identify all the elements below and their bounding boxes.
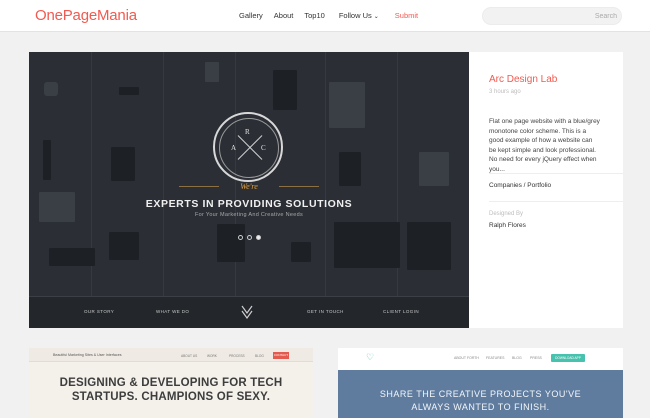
hero-subheadline: For Your Marketing And Creative Needs	[194, 212, 303, 218]
card-object	[49, 248, 95, 266]
card-preview-link: WORK	[207, 354, 217, 358]
glasses-object	[119, 87, 139, 95]
phone-object	[111, 147, 135, 181]
slider-dots	[238, 235, 261, 240]
phone-object	[273, 70, 297, 110]
notebook-object	[217, 224, 245, 262]
slider-dot-active[interactable]	[256, 235, 261, 240]
nav-follow-us[interactable]: Follow Us ⌄	[339, 11, 379, 20]
card-preview-link: ABOUT FORTH	[454, 356, 479, 360]
headline-line: ALWAYS WANTED TO FINISH.	[411, 402, 550, 412]
hero-nav-get-in-touch[interactable]: GET IN TOUCH	[307, 309, 344, 314]
headline-line: DESIGNING & DEVELOPING FOR TECH	[59, 377, 283, 389]
stationery-object	[44, 82, 58, 96]
paper-object	[329, 82, 365, 128]
search-box[interactable]	[482, 7, 622, 25]
chevron-down-icon: ⌄	[373, 14, 379, 20]
hero-nav-our-story[interactable]: OUR STORY	[84, 309, 114, 314]
featured-site-card[interactable]: R A C We're EXPERTS IN PROVIDING SOLUTIO…	[29, 52, 623, 328]
featured-description: Flat one page website with a blue/grey m…	[489, 118, 600, 173]
card-preview-button: CONTACT	[273, 352, 289, 359]
nav-submit[interactable]: Submit	[395, 11, 418, 20]
main-nav: Gallery About Top10 Follow Us ⌄ Submit	[239, 11, 418, 20]
divider	[489, 173, 623, 174]
nav-about[interactable]: About	[274, 11, 294, 20]
headline-line: SHARE THE CREATIVE PROJECTS YOU'VE	[379, 389, 582, 399]
emblem-letter: R	[245, 128, 250, 136]
card-preview-header: Beautiful Marketing Sites & User Interfa…	[29, 348, 313, 362]
card-preview-headline: SHARE THE CREATIVE PROJECTS YOU'VE ALWAY…	[338, 388, 623, 414]
wood-plank-divider	[163, 52, 164, 296]
headline-line: STARTUPS. CHAMPIONS OF SEXY.	[71, 391, 271, 403]
card-preview-headline: DESIGNING & DEVELOPING FOR TECH STARTUPS…	[29, 376, 313, 404]
heart-logo-icon: ♡	[366, 352, 375, 362]
wood-plank-divider	[325, 52, 326, 296]
tablet-object	[334, 222, 400, 268]
card-preview-brand: Beautiful Marketing Sites & User Interfa…	[53, 353, 122, 357]
hero-headline: EXPERTS IN PROVIDING SOLUTIONS	[145, 198, 353, 210]
card-preview-link: BLOG	[512, 356, 522, 360]
gallery-card[interactable]: ♡ ABOUT FORTH FEATURES BLOG PRESS DOWNLO…	[338, 348, 623, 418]
site-logo[interactable]: OnePageMania	[35, 7, 137, 24]
featured-category[interactable]: Companies / Portfolio	[489, 182, 551, 189]
designed-by-label: Designed By	[489, 211, 524, 217]
gallery-card[interactable]: Beautiful Marketing Sites & User Interfa…	[29, 348, 313, 418]
hero-bottom-nav: OUR STORY WHAT WE DO GET IN TOUCH CLIENT…	[29, 296, 469, 328]
hero-tagline-small: We're	[240, 182, 258, 191]
emblem-letter: C	[261, 144, 266, 152]
tag-object	[205, 62, 219, 82]
top-navigation-bar: OnePageMania Gallery About Top10 Follow …	[0, 0, 650, 32]
brand-emblem: R A C	[213, 112, 283, 182]
emblem-cross	[237, 135, 263, 160]
featured-title[interactable]: Arc Design Lab	[489, 74, 557, 85]
nav-follow-us-label: Follow Us	[338, 11, 372, 20]
featured-timestamp: 3 hours ago	[489, 89, 521, 95]
hero-nav-what-we-do[interactable]: WHAT WE DO	[156, 309, 189, 314]
card-preview-link: BLOG	[255, 354, 264, 358]
pen-object	[43, 140, 51, 180]
notebook-object	[407, 222, 451, 270]
featured-screenshot[interactable]: R A C We're EXPERTS IN PROVIDING SOLUTIO…	[29, 52, 469, 328]
card-preview-link: PROCESS	[229, 354, 245, 358]
slider-dot[interactable]	[247, 235, 252, 240]
divider	[489, 201, 623, 202]
card-preview-link: FEATURES	[486, 356, 505, 360]
card-preview-button: DOWNLOAD APP	[551, 354, 585, 362]
card-preview-link: PRESS	[530, 356, 542, 360]
nav-gallery[interactable]: Gallery	[239, 11, 263, 20]
notebook-object	[109, 232, 139, 260]
search-input[interactable]	[491, 10, 617, 23]
card-preview-header: ♡ ABOUT FORTH FEATURES BLOG PRESS DOWNLO…	[338, 348, 623, 368]
featured-info-panel: Arc Design Lab 3 hours ago Flat one page…	[489, 52, 623, 328]
paper-object	[419, 152, 449, 186]
stamp-object	[291, 242, 311, 262]
designer-name[interactable]: Ralph Flores	[489, 222, 526, 229]
hero-nav-client-login[interactable]: CLIENT LOGIN	[383, 309, 419, 314]
emblem-letter: A	[231, 144, 237, 152]
nav-top10[interactable]: Top10	[304, 11, 324, 20]
card-preview-link: ABOUT US	[181, 354, 198, 358]
pencil-object	[339, 152, 361, 186]
emblem-cross	[237, 135, 263, 160]
arc-logo-icon	[241, 305, 253, 319]
slider-dot[interactable]	[238, 235, 243, 240]
